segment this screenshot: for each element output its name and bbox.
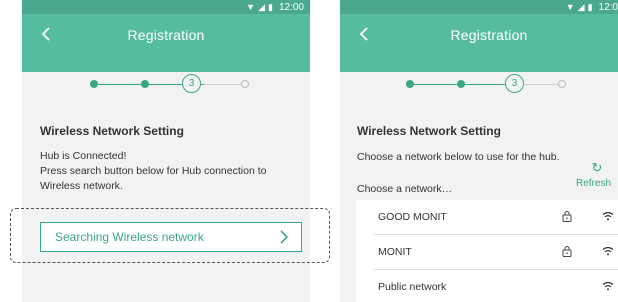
signal-icon: ◢ (258, 1, 266, 12)
step-2-done (141, 80, 149, 88)
network-item[interactable]: GOOD MONIT (356, 200, 618, 235)
refresh-button[interactable]: ↻ Refresh (576, 161, 618, 189)
status-time: 12:00 (278, 1, 304, 13)
wifi-icon (602, 281, 614, 291)
step-4-pending (241, 80, 249, 88)
choose-network-instruction: Choose a network below to use for the hu… (357, 151, 560, 163)
step-2-done (457, 80, 465, 88)
page-title: Registration (450, 27, 528, 43)
network-name: Public network (378, 281, 447, 293)
chevron-right-icon (280, 230, 289, 244)
lock-icon (562, 211, 572, 222)
progress-stepper: 3 (340, 72, 618, 96)
battery-icon: ▮ (587, 1, 593, 12)
network-name: MONIT (378, 246, 412, 258)
stepper-line-todo (520, 84, 562, 85)
battery-icon: ▮ (268, 1, 273, 12)
refresh-label: Refresh (576, 178, 612, 189)
status-time: 12:0 (598, 1, 618, 13)
instruction-text: Press search button below for Hub connec… (40, 165, 267, 177)
wifi-status-icon: ▼ (246, 1, 256, 12)
app-header: Registration (340, 14, 618, 72)
step-current: 3 (505, 74, 524, 93)
lock-icon (562, 246, 572, 257)
instruction-text-cont: Wireless network. (40, 180, 123, 192)
wifi-status-icon: ▼ (565, 1, 575, 12)
step-4-pending (558, 80, 566, 88)
stepper-line-done (410, 84, 520, 85)
step-1-done (90, 80, 98, 88)
section-title: Wireless Network Setting (40, 124, 184, 138)
signal-icon: ◢ (577, 1, 585, 12)
progress-stepper: 3 (22, 72, 310, 96)
step-1-done (406, 80, 414, 88)
network-item[interactable]: MONIT (356, 235, 618, 270)
status-bar: ▼ ◢ ▮ 12:00 (22, 0, 310, 14)
network-name: GOOD MONIT (378, 211, 447, 223)
page-title: Registration (127, 27, 205, 43)
refresh-icon: ↻ (591, 160, 603, 175)
wifi-icon (602, 246, 614, 256)
step-current: 3 (182, 74, 201, 93)
stepper-line-todo (204, 84, 246, 85)
search-button-label: Searching Wireless network (55, 230, 204, 244)
app-header: Registration (22, 14, 310, 72)
search-wireless-button[interactable]: Searching Wireless network (40, 222, 302, 252)
wifi-icon (602, 211, 614, 221)
network-list: GOOD MONIT MONIT Public network (356, 200, 618, 302)
hub-connected-text: Hub is Connected! (40, 150, 127, 162)
network-item[interactable]: Public network (356, 270, 618, 302)
choose-network-label: Choose a network… (357, 183, 453, 195)
section-title: Wireless Network Setting (357, 124, 501, 138)
status-bar: ▼ ◢ ▮ 12:0 (340, 0, 618, 14)
